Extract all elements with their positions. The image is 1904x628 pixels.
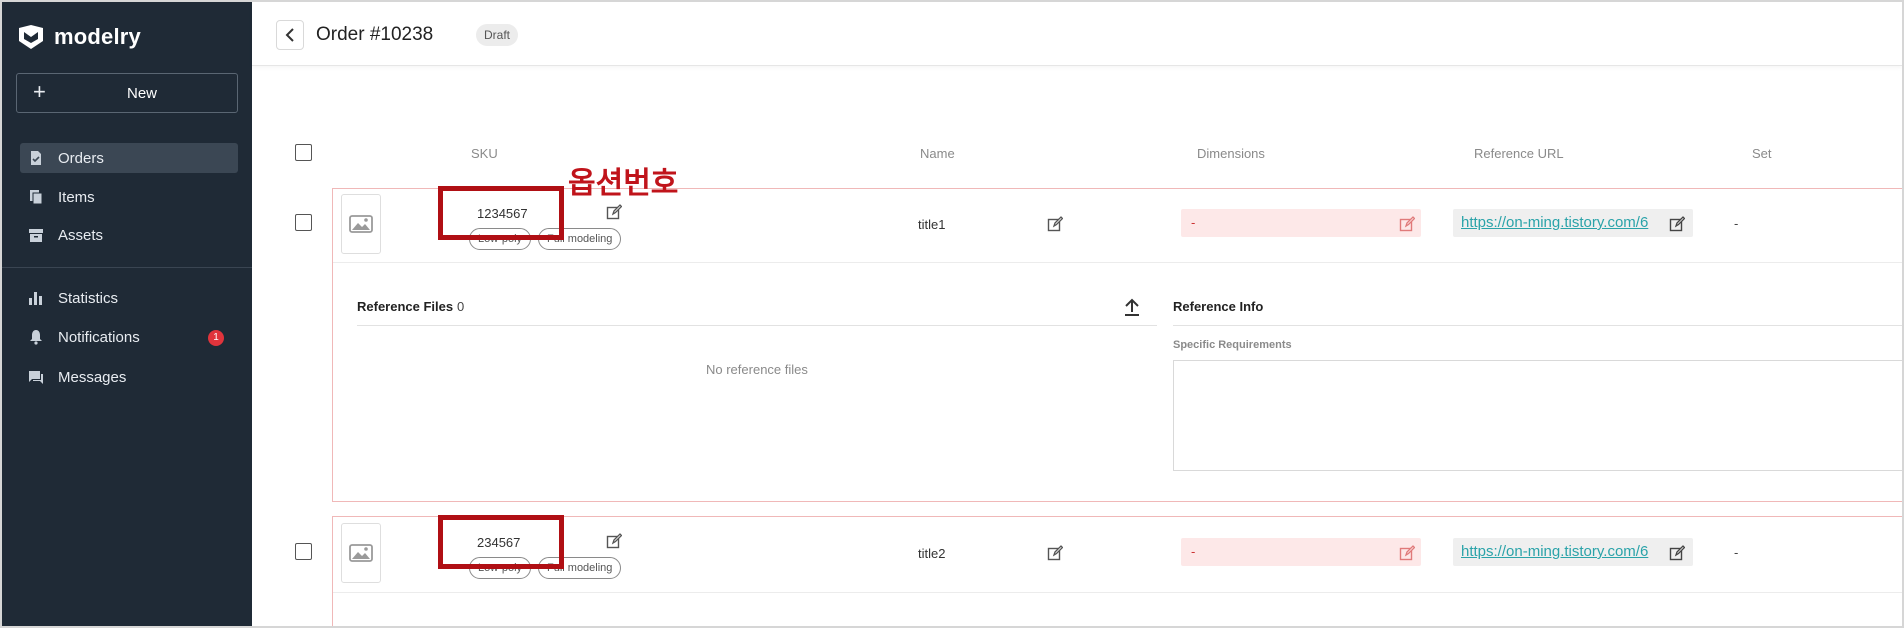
edit-icon[interactable]: [1669, 545, 1685, 561]
dimensions-field[interactable]: -: [1181, 538, 1421, 566]
items-icon: [30, 190, 43, 205]
reference-files-count: 0: [457, 299, 465, 314]
image-placeholder-icon: [349, 215, 373, 233]
row-separator: [333, 592, 1902, 593]
modelry-logo-icon: [19, 25, 43, 49]
status-badge: Draft: [476, 24, 519, 46]
sidebar-item-label: Messages: [58, 368, 127, 386]
specific-requirements-label: Specific Requirements: [1173, 339, 1292, 351]
reference-url-link[interactable]: https://on-ming.tistory.com/6: [1461, 214, 1648, 231]
empty-state-message: No reference files: [706, 362, 808, 377]
edit-icon[interactable]: [1399, 545, 1415, 561]
plus-icon: +: [33, 79, 46, 104]
back-button[interactable]: [276, 20, 304, 50]
sidebar-divider: [2, 267, 252, 268]
set-value: -: [1734, 545, 1739, 560]
edit-icon[interactable]: [1399, 216, 1415, 232]
select-all-checkbox[interactable]: [295, 144, 312, 161]
annotation-highlight-box: [438, 186, 564, 240]
page-header: Order #10238 Draft: [252, 2, 1902, 66]
reference-info-title: Reference Info: [1173, 299, 1264, 314]
sidebar-item-orders[interactable]: Orders: [20, 143, 238, 173]
sidebar-item-label: Notifications: [58, 328, 140, 346]
page-title: Order #10238: [316, 24, 434, 45]
row-checkbox[interactable]: [295, 543, 312, 560]
assets-icon: [29, 229, 43, 242]
dimensions-field[interactable]: -: [1181, 209, 1421, 237]
upload-icon[interactable]: [1123, 297, 1141, 317]
orders-icon: [31, 151, 41, 165]
brand-name: modelry: [54, 24, 141, 49]
statistics-icon: [29, 292, 42, 305]
column-header-reference-url[interactable]: Reference URL: [1474, 146, 1564, 161]
sidebar-item-assets[interactable]: Assets: [20, 220, 238, 250]
column-header-dimensions[interactable]: Dimensions: [1197, 146, 1265, 161]
messages-icon: [29, 371, 43, 384]
brand[interactable]: modelry: [16, 24, 141, 50]
edit-icon[interactable]: [606, 533, 622, 549]
sidebar-item-statistics[interactable]: Statistics: [20, 283, 238, 313]
sidebar: modelry + New Orders Items Assets Statis…: [2, 2, 252, 626]
sidebar-item-notifications[interactable]: Notifications 1: [20, 322, 238, 352]
edit-icon[interactable]: [1669, 216, 1685, 232]
dimensions-value: -: [1191, 215, 1196, 230]
row-separator: [333, 262, 1902, 263]
set-value: -: [1734, 216, 1739, 231]
reference-url-field: https://on-ming.tistory.com/6: [1453, 538, 1693, 566]
sidebar-item-label: Orders: [58, 149, 104, 167]
edit-icon[interactable]: [606, 204, 622, 220]
sidebar-item-items[interactable]: Items: [20, 182, 238, 212]
dimensions-value: -: [1191, 544, 1196, 559]
sidebar-item-label: Statistics: [58, 289, 119, 307]
app-window: modelry + New Orders Items Assets Statis…: [0, 0, 1904, 628]
bell-icon: [30, 330, 42, 345]
reference-files-title: Reference Files: [357, 299, 454, 314]
sidebar-item-label: Items: [58, 188, 95, 206]
row-checkbox[interactable]: [295, 214, 312, 231]
new-button-label: New: [126, 84, 157, 102]
annotation-highlight-box: [438, 515, 564, 569]
column-header-sku[interactable]: SKU: [471, 146, 498, 161]
edit-icon[interactable]: [1047, 216, 1063, 232]
column-header-name[interactable]: Name: [920, 146, 955, 161]
item-name: title1: [918, 217, 946, 232]
reference-info-divider: [1173, 325, 1902, 326]
reference-files-divider: [357, 325, 1157, 326]
item-name: title2: [918, 546, 946, 561]
item-thumbnail[interactable]: [341, 194, 381, 254]
reference-url-field: https://on-ming.tistory.com/6: [1453, 209, 1693, 237]
edit-icon[interactable]: [1047, 545, 1063, 561]
reference-url-link[interactable]: https://on-ming.tistory.com/6: [1461, 543, 1648, 560]
specific-requirements-textarea[interactable]: [1173, 360, 1902, 471]
sidebar-item-messages[interactable]: Messages: [20, 362, 238, 392]
notification-badge: 1: [208, 330, 224, 346]
item-thumbnail[interactable]: [341, 523, 381, 583]
new-button[interactable]: + New: [16, 73, 238, 113]
column-header-set[interactable]: Set: [1752, 146, 1772, 161]
annotation-label: 옵션번호: [568, 166, 679, 201]
image-placeholder-icon: [349, 544, 373, 562]
sidebar-item-label: Assets: [58, 226, 104, 244]
chevron-left-icon: [285, 28, 294, 42]
